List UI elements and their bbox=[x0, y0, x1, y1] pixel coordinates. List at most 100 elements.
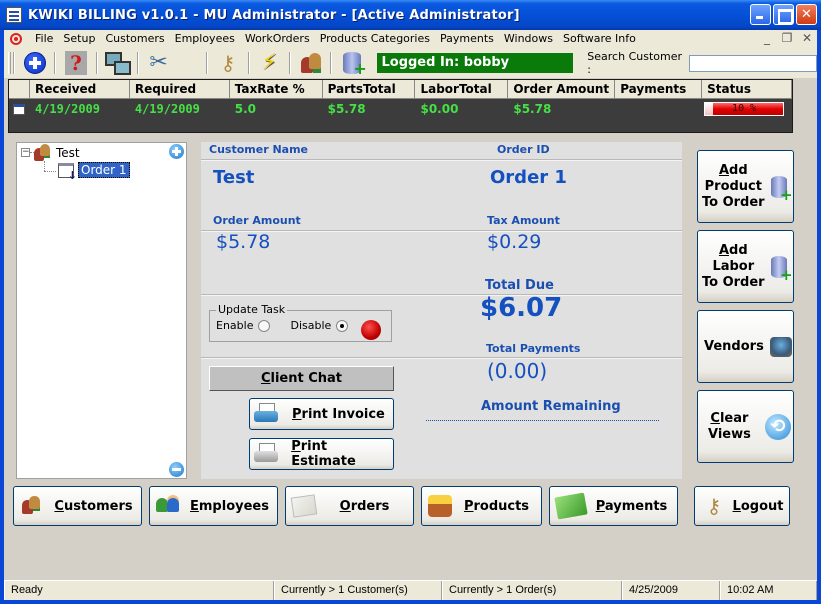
menu-windows[interactable]: Windows bbox=[499, 30, 558, 48]
keys-button[interactable]: ⚷ bbox=[212, 49, 243, 77]
nav-customers-label: Customers bbox=[46, 499, 141, 514]
network-icon bbox=[105, 52, 132, 75]
print-invoice-button[interactable]: Print Invoice bbox=[249, 398, 394, 430]
toolbar-separator bbox=[95, 52, 98, 74]
maximize-button[interactable] bbox=[773, 4, 794, 25]
menu-payments[interactable]: Payments bbox=[435, 30, 499, 48]
column-header-order-amount[interactable]: Order Amount bbox=[508, 80, 616, 98]
minimize-button[interactable] bbox=[750, 4, 771, 25]
help-button[interactable]: ? bbox=[60, 49, 91, 77]
help-icon: ? bbox=[64, 51, 87, 75]
expand-all-button[interactable] bbox=[169, 144, 184, 159]
customers-icon bbox=[20, 494, 46, 518]
mdi-close-button[interactable]: ✕ bbox=[799, 31, 815, 47]
nav-products-button[interactable]: Products bbox=[421, 486, 542, 526]
tree-node-customer-label: Test bbox=[56, 145, 80, 160]
status-customers: Currently > 1 Customer(s) bbox=[274, 581, 442, 600]
column-header-taxrate[interactable]: TaxRate % bbox=[230, 80, 323, 98]
vendors-button[interactable]: Vendors bbox=[697, 310, 794, 383]
add-button[interactable] bbox=[19, 49, 50, 77]
system-menu-icon[interactable] bbox=[10, 33, 22, 45]
clear-views-button[interactable]: Clear Views ⟲ bbox=[697, 390, 794, 463]
printer-icon bbox=[254, 403, 280, 425]
mdi-restore-button[interactable]: ❐ bbox=[779, 31, 795, 47]
column-header-payments[interactable]: Payments bbox=[615, 80, 703, 98]
title-bar[interactable]: KWIKI BILLING v1.0.1 - MU Administrator … bbox=[0, 0, 821, 30]
add-labor-label: Add Labor To Order bbox=[702, 243, 765, 291]
users-icon bbox=[299, 51, 323, 75]
users-button[interactable] bbox=[295, 49, 326, 77]
nav-customers-hotkey: C bbox=[54, 498, 64, 514]
tree-node-order-label: Order 1 bbox=[78, 162, 130, 178]
row-selector[interactable] bbox=[9, 99, 30, 119]
toolbar-grip[interactable] bbox=[8, 52, 11, 74]
collapse-icon[interactable]: − bbox=[21, 148, 30, 157]
lightning-icon: ⚡ bbox=[261, 50, 277, 75]
add-product-to-order-button[interactable]: Add Product To Order bbox=[697, 150, 794, 223]
tree-connector bbox=[44, 171, 56, 172]
client-chat-button[interactable]: Client Chat bbox=[209, 366, 394, 391]
cell-partstotal: $5.78 bbox=[327, 102, 366, 116]
add-labor-to-order-button[interactable]: Add Labor To Order bbox=[697, 230, 794, 303]
print-invoice-label: Print Invoice bbox=[292, 407, 385, 422]
network-button[interactable] bbox=[102, 49, 133, 77]
column-header-labortotal[interactable]: LaborTotal bbox=[415, 80, 509, 98]
add-product-line3: To Order bbox=[702, 194, 765, 210]
lightning-button[interactable]: ⚡ bbox=[254, 49, 285, 77]
menu-bar: File Setup Customers Employees WorkOrder… bbox=[4, 30, 817, 48]
divider bbox=[201, 357, 682, 359]
database-add-button[interactable] bbox=[336, 49, 367, 78]
search-customer-input[interactable] bbox=[689, 54, 818, 72]
menu-workorders[interactable]: WorkOrders bbox=[240, 30, 315, 48]
close-button[interactable]: ✕ bbox=[796, 4, 817, 25]
column-header-status[interactable]: Status bbox=[702, 80, 792, 98]
print-estimate-button[interactable]: Print Estimate bbox=[249, 438, 394, 470]
tree-node-customer[interactable]: − Test bbox=[21, 144, 80, 161]
menu-setup[interactable]: Setup bbox=[58, 30, 100, 48]
nav-logout-button[interactable]: ⚷ Logout bbox=[694, 486, 790, 526]
collapse-all-button[interactable] bbox=[169, 462, 184, 477]
customer-icon bbox=[34, 144, 52, 161]
add-icon bbox=[23, 52, 46, 74]
nav-orders-button[interactable]: Orders bbox=[285, 486, 414, 526]
column-header-required[interactable]: Required bbox=[130, 80, 230, 98]
tree-node-order[interactable]: Order 1 bbox=[58, 162, 130, 182]
toolbar-separator bbox=[54, 52, 57, 74]
menu-products-categories[interactable]: Products Categories bbox=[315, 30, 435, 48]
toolbar-separator bbox=[247, 52, 250, 74]
nav-products-text: roducts bbox=[473, 498, 530, 514]
menu-software-info[interactable]: Software Info bbox=[558, 30, 641, 48]
total-payments-label: Total Payments bbox=[486, 342, 581, 355]
cell-order-amount: $5.78 bbox=[513, 102, 552, 116]
print-estimate-text: rint Estimate bbox=[291, 439, 356, 469]
enable-radio[interactable] bbox=[258, 319, 271, 332]
nav-payments-button[interactable]: Payments bbox=[549, 486, 678, 526]
disable-radio[interactable] bbox=[336, 319, 349, 332]
table-row[interactable]: 4/19/2009 4/19/2009 5.0 $5.78 $0.00 $5.7… bbox=[9, 99, 792, 119]
toolbar-separator bbox=[12, 52, 15, 74]
nav-employees-button[interactable]: Employees bbox=[149, 486, 278, 526]
menu-file[interactable]: File bbox=[30, 30, 58, 48]
orders-grid: Received Required TaxRate % PartsTotal L… bbox=[8, 79, 793, 133]
app-icon[interactable] bbox=[6, 7, 22, 23]
menu-customers[interactable]: Customers bbox=[100, 30, 169, 48]
column-header-received[interactable]: Received bbox=[30, 80, 130, 98]
menu-employees[interactable]: Employees bbox=[170, 30, 240, 48]
cell-received: 4/19/2009 bbox=[34, 102, 100, 116]
grid-header: Received Required TaxRate % PartsTotal L… bbox=[9, 80, 792, 99]
add-product-hotkey: A bbox=[718, 162, 730, 178]
nav-customers-button[interactable]: Customers bbox=[13, 486, 142, 526]
mdi-minimize-button[interactable]: _ bbox=[759, 31, 775, 47]
tools-button[interactable]: ✂ bbox=[143, 49, 174, 77]
search-customer-label: Search Customer : bbox=[587, 50, 683, 76]
keys-icon: ⚷ bbox=[706, 494, 722, 518]
minimize-icon bbox=[751, 5, 770, 24]
column-header-partstotal[interactable]: PartsTotal bbox=[323, 80, 416, 98]
customer-name-value: Test bbox=[213, 167, 255, 188]
printer-estimate-icon bbox=[254, 443, 279, 465]
customer-name-label: Customer Name bbox=[209, 143, 308, 156]
toolbar-separator bbox=[206, 52, 209, 74]
database-add-icon bbox=[770, 175, 793, 204]
nav-payments-text: ayments bbox=[604, 498, 668, 514]
total-due-label: Total Due bbox=[485, 278, 554, 293]
